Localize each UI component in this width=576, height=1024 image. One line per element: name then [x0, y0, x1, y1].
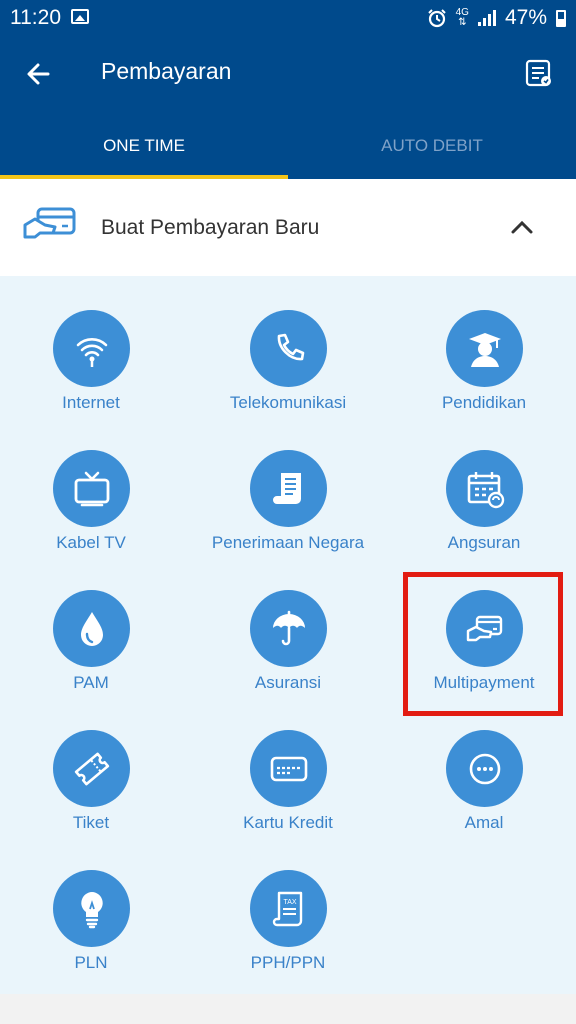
section-title: Buat Pembayaran Baru — [101, 216, 320, 239]
category-label: Internet — [62, 393, 120, 412]
category-asuransi[interactable]: Asuransi — [193, 590, 383, 710]
graduate-icon — [446, 310, 523, 387]
signal-icon — [477, 10, 496, 26]
battery-percent: 47% — [504, 6, 547, 29]
lightbulb-icon — [53, 870, 130, 947]
category-penerimaan-negara[interactable]: Penerimaan Negara — [193, 450, 383, 570]
tab-one-time[interactable]: ONE TIME — [0, 112, 288, 179]
category-pendidikan[interactable]: Pendidikan — [389, 310, 576, 430]
calendar-icon — [446, 450, 523, 527]
alarm-icon — [427, 9, 446, 28]
category-kartu-kredit[interactable]: Kartu Kredit — [193, 730, 383, 850]
credit-card-icon — [250, 730, 327, 807]
tax-document-icon: TAX — [250, 870, 327, 947]
multipayment-highlight-box — [403, 572, 563, 716]
history-list-icon[interactable] — [524, 58, 554, 88]
category-label: PLN — [74, 953, 108, 972]
wifi-icon — [53, 310, 130, 387]
category-label: Pendidikan — [441, 393, 527, 412]
umbrella-icon — [250, 590, 327, 667]
category-telekomunikasi[interactable]: Telekomunikasi — [193, 310, 383, 430]
category-label: Telekomunikasi — [229, 393, 347, 412]
category-label: Tiket — [72, 813, 110, 832]
document-scroll-icon — [250, 450, 327, 527]
category-label: Penerimaan Negara — [211, 533, 365, 552]
app-bar: Pembayaran — [0, 36, 576, 112]
category-label: Amal — [464, 813, 504, 832]
more-icon — [446, 730, 523, 807]
card-hand-icon — [23, 207, 76, 239]
category-label: PAM — [73, 673, 109, 692]
category-amal[interactable]: Amal — [389, 730, 576, 850]
category-label: Asuransi — [254, 673, 322, 692]
category-tiket[interactable]: Tiket — [0, 730, 186, 850]
status-right: 4G ⇅ 47% — [427, 6, 566, 30]
category-label: Kartu Kredit — [243, 813, 333, 832]
tab-auto-debit[interactable]: AUTO DEBIT — [288, 112, 576, 179]
category-label: PPH/PPN — [250, 953, 326, 972]
water-drop-icon — [53, 590, 130, 667]
back-arrow-icon[interactable] — [22, 56, 58, 92]
category-pln[interactable]: PLN — [0, 870, 186, 990]
category-label: Kabel TV — [56, 533, 126, 552]
tv-icon — [53, 450, 130, 527]
category-pam[interactable]: PAM — [0, 590, 186, 710]
category-label: Angsuran — [447, 533, 521, 552]
tab-bar: ONE TIME AUTO DEBIT — [0, 112, 576, 179]
bottom-divider — [0, 994, 576, 1024]
page-title: Pembayaran — [101, 58, 232, 84]
battery-icon — [556, 9, 566, 27]
status-bar: 11:20 4G ⇅ 47% — [0, 0, 576, 36]
image-notification-icon — [71, 9, 89, 24]
chevron-up-icon[interactable] — [510, 219, 534, 235]
ticket-icon — [53, 730, 130, 807]
category-pph-ppn[interactable]: TAX PPH/PPN — [193, 870, 383, 990]
network-type: 4G ⇅ — [455, 7, 469, 28]
phone-icon — [250, 310, 327, 387]
category-internet[interactable]: Internet — [0, 310, 186, 430]
category-kabel-tv[interactable]: Kabel TV — [0, 450, 186, 570]
status-time: 11:20 — [10, 6, 61, 29]
svg-text:TAX: TAX — [283, 899, 296, 906]
new-payment-header[interactable]: Buat Pembayaran Baru — [0, 179, 576, 276]
category-angsuran[interactable]: Angsuran — [389, 450, 576, 570]
